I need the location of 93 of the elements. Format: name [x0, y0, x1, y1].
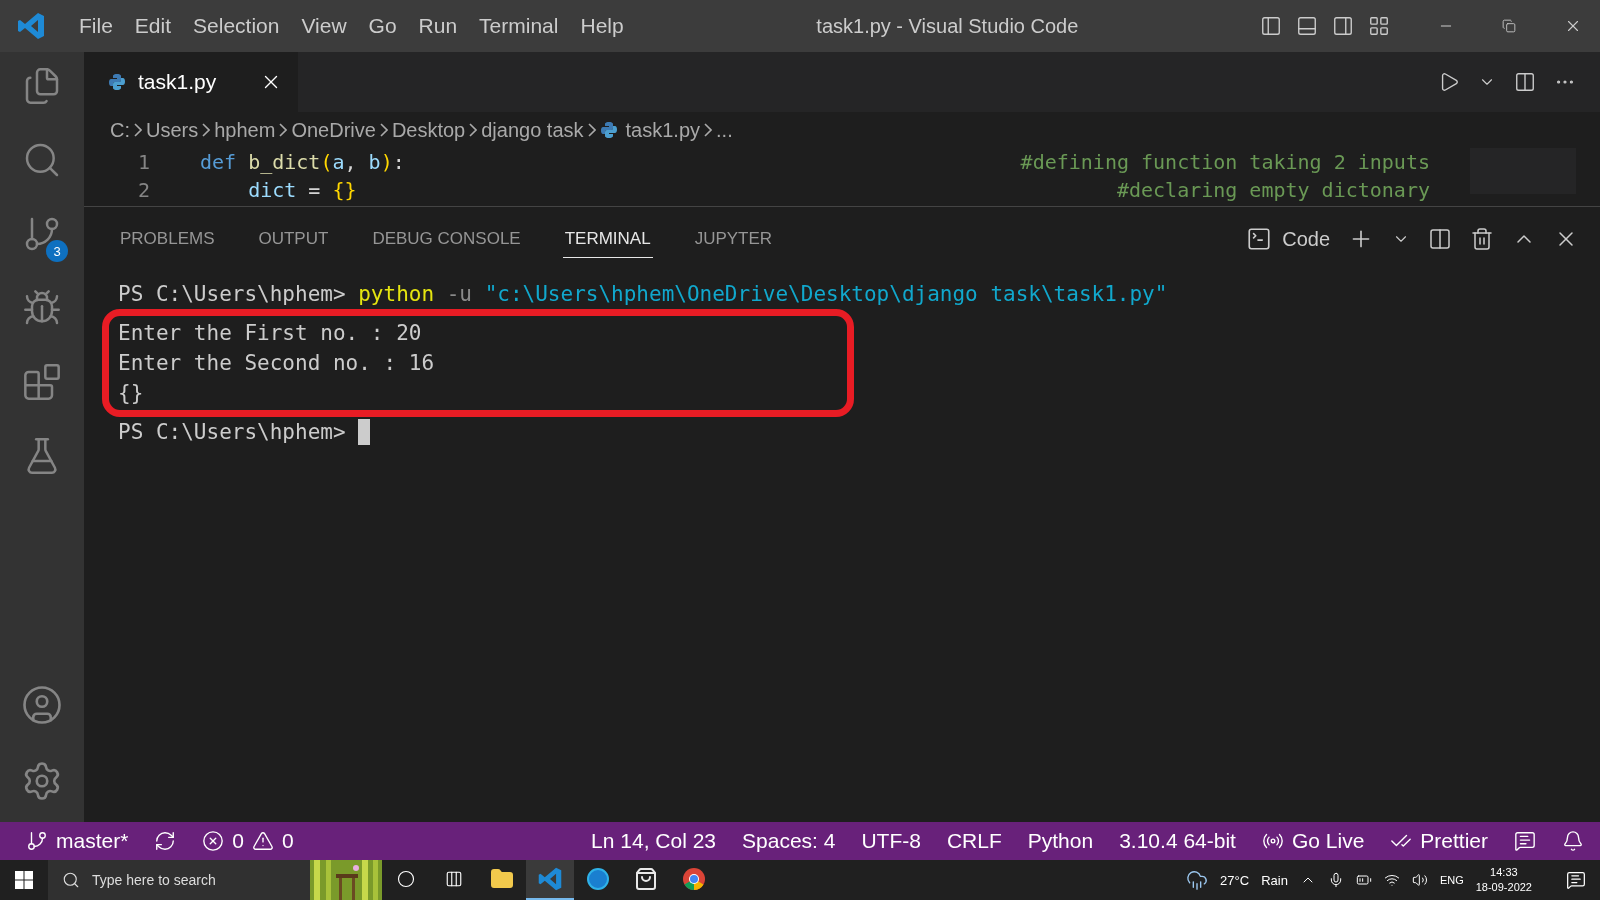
menu-item[interactable]: Run [407, 14, 469, 38]
terminal-line: Enter the Second no. : 16 [118, 350, 436, 377]
status-item[interactable]: CRLF [946, 829, 1002, 853]
secondary-sidebar-icon[interactable] [1332, 15, 1354, 37]
terminal-profile[interactable]: Code [1246, 226, 1330, 252]
sync-icon[interactable] [154, 830, 177, 852]
panel-toggle-icon[interactable] [1296, 15, 1318, 37]
error-icon [202, 830, 225, 852]
wifi-icon[interactable] [1383, 872, 1400, 888]
breadcrumb[interactable]: OneDrive [291, 118, 376, 142]
terminal-line: {} [118, 380, 145, 407]
task-view-icon[interactable] [445, 870, 463, 888]
menu-item[interactable]: Go [357, 14, 408, 38]
browser-icon [586, 867, 610, 891]
chevron-right-icon [279, 123, 288, 137]
chevron-right-icon [469, 123, 478, 137]
notifications-icon[interactable] [1566, 870, 1586, 890]
warning-icon [252, 830, 275, 852]
chrome-icon [682, 867, 706, 891]
code-comment: #defining function taking 2 inputs [1020, 150, 1430, 174]
extensions-icon[interactable] [22, 362, 62, 402]
python-icon [599, 121, 618, 139]
line-number: 1 [136, 150, 151, 174]
status-item[interactable]: 3.10.4 64-bit [1119, 829, 1236, 853]
menu-item[interactable]: Terminal [468, 14, 570, 38]
vscode-logo-icon [537, 866, 563, 892]
status-item[interactable]: Prettier [1390, 829, 1488, 853]
restore-icon[interactable] [1502, 19, 1516, 33]
menu-item[interactable]: View [290, 14, 358, 38]
panel-tab[interactable]: JUPYTER [692, 220, 775, 258]
battery-icon[interactable] [1355, 872, 1372, 888]
breadcrumb[interactable]: hphem [214, 118, 276, 142]
sidebar-toggle-icon[interactable] [1260, 15, 1282, 37]
menu-item[interactable]: Edit [123, 14, 183, 38]
editor-tab[interactable]: task1.py [84, 52, 299, 112]
store-icon [634, 867, 658, 891]
weather-icon[interactable] [1186, 869, 1209, 891]
problems-status[interactable]: 0 0 [202, 829, 294, 853]
search-icon [62, 871, 80, 889]
breadcrumb[interactable]: Desktop [391, 118, 466, 142]
breadcrumb[interactable]: task1.py [599, 118, 701, 142]
feedback-icon[interactable] [1514, 830, 1536, 852]
code-text: dict = {} [247, 178, 357, 202]
terminal-line: PS C:\Users\hphem> [118, 417, 1566, 447]
panel-tab[interactable]: OUTPUT [256, 220, 331, 258]
panel-tab[interactable]: PROBLEMS [118, 220, 217, 258]
code-text: def b_dict(a, b): [200, 150, 405, 174]
panel-tab[interactable]: TERMINAL [562, 220, 653, 258]
taskbar-search-field[interactable]: Type here to search [48, 860, 310, 900]
branch-status[interactable]: master* [26, 829, 129, 853]
weather-temperature[interactable]: 27°C [1220, 872, 1250, 888]
status-item[interactable]: Spaces: 4 [742, 829, 836, 853]
menu-item[interactable]: File [68, 14, 124, 38]
trash-icon[interactable] [1470, 227, 1494, 251]
split-editor-icon[interactable] [1514, 71, 1536, 93]
vscode-logo-icon [16, 11, 46, 41]
window-title: task1.py - Visual Studio Code [815, 14, 1080, 38]
account-icon[interactable] [21, 684, 63, 726]
chevron-right-icon [704, 123, 713, 137]
breadcrumb[interactable]: Users [146, 118, 199, 142]
status-item[interactable]: Python [1027, 829, 1094, 853]
count-badge: 3 [46, 240, 68, 262]
language-indicator[interactable]: ENG [1439, 874, 1464, 886]
windows-icon[interactable] [15, 871, 33, 889]
volume-icon[interactable] [1411, 872, 1428, 888]
python-icon [108, 73, 126, 91]
clock-time[interactable]: 14:33 [1490, 865, 1518, 880]
bell-icon[interactable] [1562, 830, 1584, 852]
clock-date[interactable]: 18-09-2022 [1475, 880, 1532, 895]
menu-item[interactable]: Selection [182, 14, 291, 38]
terminal-line: PS C:\Users\hphem> python -u "c:\Users\hphem\OneDrive\Desktop\django task\task1.py" [118, 281, 1169, 308]
folder-icon [490, 867, 514, 891]
split-terminal-icon[interactable] [1428, 227, 1452, 251]
terminal-line: Enter the First no. : 20 [118, 320, 423, 347]
breadcrumb[interactable]: ... [716, 118, 733, 142]
code-comment: #declaring empty dictonary [1116, 178, 1430, 202]
status-item[interactable]: Ln 14, Col 23 [591, 829, 717, 853]
breadcrumb[interactable]: django task [481, 118, 584, 142]
chevron-right-icon [587, 123, 596, 137]
chevron-right-icon [134, 123, 142, 137]
breadcrumb[interactable]: C: [110, 118, 130, 142]
cortana-icon[interactable] [397, 870, 415, 888]
line-number: 2 [136, 178, 151, 202]
layout-icon[interactable] [1368, 15, 1390, 37]
weather-condition[interactable]: Rain [1261, 872, 1288, 888]
status-item[interactable]: UTF-8 [861, 829, 921, 853]
chevron-right-icon [202, 123, 211, 137]
terminal-icon [1246, 226, 1273, 252]
branch-icon [26, 830, 48, 852]
panel-tab[interactable]: DEBUG CONSOLE [370, 220, 523, 258]
status-item[interactable]: Go Live [1261, 829, 1365, 853]
menu-item[interactable]: Help [569, 14, 635, 38]
chevron-right-icon [379, 123, 388, 137]
